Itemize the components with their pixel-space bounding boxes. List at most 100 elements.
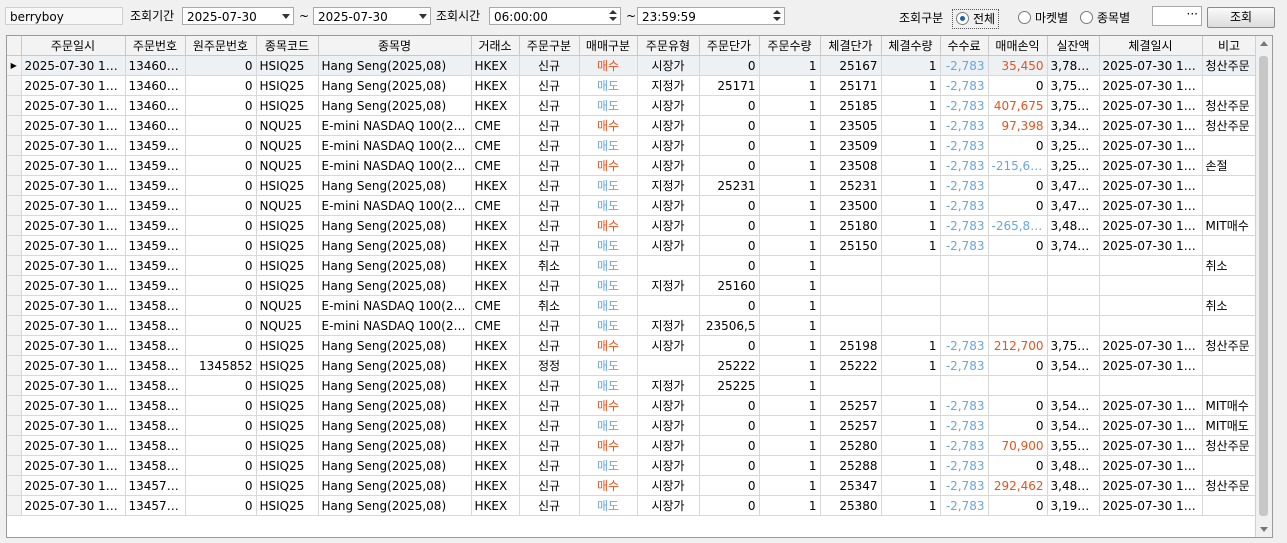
table-row[interactable]: 2025-07-30 14:… 1345862 0 HSIQ25 Hang Seng(2… [7,335,1257,356]
cell-balance: 3,256,… [1047,155,1100,176]
user-field[interactable]: berryboy [5,7,123,25]
scope-radio-symbol[interactable]: 종목별 [1080,9,1130,27]
cell-order-type: 신규 [519,375,580,396]
column-header-balance[interactable]: 실잔액 [1047,36,1100,56]
cell-order-time: 2025-07-30 14:… [21,455,126,476]
cell-fill-price: 25347 [820,475,882,496]
cell-fill-qty [881,295,941,316]
table-row[interactable]: 2025-07-30 14:… 1345830 0 HSIQ25 Hang Seng(2… [7,455,1257,476]
column-header-exchange[interactable]: 거래소 [471,36,520,56]
table-row[interactable]: 2025-07-30 15:… 1345957 0 NQU25 E-mini NASDA… [7,195,1257,216]
table-row[interactable]: ▶ 2025-07-30 15:… 1346039 0 HSIQ25 Hang Seng(… [7,55,1257,76]
table-row[interactable]: 2025-07-30 14:… 1345875 0 NQU25 E-mini NASDA… [7,295,1257,316]
order-table: 주문일시 주문번호 원주문번호 종목코드 종목명 거래소 주문구분 매매구분 주문유형 주문단가 주… [7,36,1257,516]
cell-order-qty: 1 [759,75,821,96]
scope-radio-market[interactable]: 마켓별 [1018,9,1068,27]
cell-exchange: HKEX [471,355,520,376]
column-header-fill-time[interactable]: 체결일시 [1099,36,1203,56]
time-to-spinner[interactable]: 23:59:59 [637,7,785,25]
column-header-order-qty[interactable]: 주문수량 [759,36,821,56]
scroll-thumb[interactable] [1259,56,1268,516]
cell-fill-price: 25380 [820,495,882,516]
order-history-grid[interactable]: 주문일시 주문번호 원주문번호 종목코드 종목명 거래소 주문구분 매매구분 주문유형 주문단가 주… [6,35,1273,538]
table-row[interactable]: 2025-07-30 14:… 1345754 0 HSIQ25 Hang Seng(2… [7,475,1257,496]
table-row[interactable]: 2025-07-30 14:… 1345875 0 NQU25 E-mini NASDA… [7,315,1257,336]
table-row[interactable]: 2025-07-30 15:… 1345900 0 HSIQ25 Hang Seng(2… [7,275,1257,296]
column-header-orig-order-no[interactable]: 원주문번호 [185,36,257,56]
table-row[interactable]: 2025-07-30 14:… 1345840 0 HSIQ25 Hang Seng(2… [7,395,1257,416]
cell-fee: -2,783 [940,495,989,516]
spin-arrows-icon[interactable] [770,8,784,24]
more-button[interactable]: ··· [1187,7,1198,23]
row-indicator [7,495,22,516]
cell-symbol-name: Hang Seng(2025,08) [318,55,472,76]
row-indicator [7,75,22,96]
column-header-order-type[interactable]: 주문구분 [519,36,580,56]
date-to-picker[interactable]: 2025-07-30 [313,7,431,25]
table-row[interactable]: 2025-07-30 14:… 1345741 0 HSIQ25 Hang Seng(2… [7,495,1257,516]
cell-exchange: HKEX [471,175,520,196]
date-from-picker[interactable]: 2025-07-30 [182,7,294,25]
column-header-order-no[interactable]: 주문번호 [125,36,186,56]
column-header-symbol-code[interactable]: 종목코드 [256,36,319,56]
cell-balance [1047,295,1100,316]
spin-arrows-icon[interactable] [606,8,620,24]
column-header-fee[interactable]: 수수료 [940,36,989,56]
cell-remark [1202,195,1257,216]
column-header-order-time[interactable]: 주문일시 [21,36,126,56]
table-row[interactable]: 2025-07-30 15:… 1345923 0 HSIQ25 Hang Seng(2… [7,235,1257,256]
chevron-down-icon[interactable] [279,8,293,24]
cell-symbol-code: NQU25 [256,115,319,136]
cell-order-price: 0 [699,115,760,136]
table-row[interactable]: 2025-07-30 15:… 1346034 0 HSIQ25 Hang Seng(2… [7,75,1257,96]
cell-order-qty: 1 [759,175,821,196]
search-button[interactable]: 조회 [1207,7,1275,28]
column-header-price-type[interactable]: 주문유형 [637,36,700,56]
cell-pnl: 0 [988,75,1048,96]
cell-fill-qty: 1 [881,175,941,196]
cell-fee: -2,783 [940,215,989,236]
table-row[interactable]: 2025-07-30 15:… 1345939 0 HSIQ25 Hang Seng(2… [7,215,1257,236]
column-header-fill-qty[interactable]: 체결수량 [881,36,941,56]
table-row[interactable]: 2025-07-30 15:… 1345981 0 NQU25 E-mini NASDA… [7,155,1257,176]
cell-symbol-code: HSIQ25 [256,335,319,356]
cell-fill-qty: 1 [881,495,941,516]
table-row[interactable]: 2025-07-30 14:… 1345837 0 HSIQ25 Hang Seng(2… [7,435,1257,456]
column-header-pnl[interactable]: 매매손익 [988,36,1048,56]
table-row[interactable]: 2025-07-30 14:… 1345839 0 HSIQ25 Hang Seng(2… [7,415,1257,436]
cell-balance: 3,751,… [1047,335,1100,356]
cell-symbol-name: Hang Seng(2025,08) [318,355,472,376]
chevron-down-icon[interactable] [416,8,430,24]
table-row[interactable]: 2025-07-30 15:… 1346011 0 NQU25 E-mini NASDA… [7,115,1257,136]
cell-order-no: 1345862 [125,335,186,356]
table-row[interactable]: 2025-07-30 14:… 1345853 1345852 HSIQ25 Hang … [7,355,1257,376]
table-row[interactable]: 2025-07-30 15:… 1346022 0 HSIQ25 Hang Seng(2… [7,95,1257,116]
scroll-up-icon[interactable] [1260,41,1268,46]
cell-exchange: HKEX [471,95,520,116]
symbol-filter-input[interactable]: ··· [1152,6,1202,26]
row-indicator [7,135,22,156]
column-header-symbol-name[interactable]: 종목명 [318,36,472,56]
column-header-order-price[interactable]: 주문단가 [699,36,760,56]
cell-order-price: 0 [699,195,760,216]
cell-order-time: 2025-07-30 15:… [21,255,126,276]
vertical-scrollbar[interactable] [1255,36,1272,537]
cell-fill-qty: 1 [881,355,941,376]
table-row[interactable]: 2025-07-30 15:… 1345983 0 NQU25 E-mini NASDA… [7,135,1257,156]
table-row[interactable]: 2025-07-30 14:… 1345852 0 HSIQ25 Hang Seng(2… [7,375,1257,396]
scope-radio-all[interactable]: 전체 [952,9,1000,29]
cell-fill-price: 25222 [820,355,882,376]
table-row[interactable]: 2025-07-30 15:… 1345900 0 HSIQ25 Hang Seng(2… [7,255,1257,276]
table-row[interactable]: 2025-07-30 15:… 1345975 0 HSIQ25 Hang Seng(2… [7,175,1257,196]
scroll-down-icon[interactable] [1260,527,1268,532]
cell-order-qty: 1 [759,115,821,136]
cell-fill-time: 2025-07-30 15:… [1099,175,1203,196]
cell-symbol-name: E-mini NASDAQ 100(20… [318,315,472,336]
column-header-fill-price[interactable]: 체결단가 [820,36,882,56]
cell-symbol-name: Hang Seng(2025,08) [318,335,472,356]
cell-price-type: 시장가 [637,195,700,216]
time-from-spinner[interactable]: 06:00:00 [489,7,621,25]
column-header-side[interactable]: 매매구분 [579,36,638,56]
column-header-remark[interactable]: 비고 [1202,36,1257,56]
cell-balance [1047,315,1100,336]
